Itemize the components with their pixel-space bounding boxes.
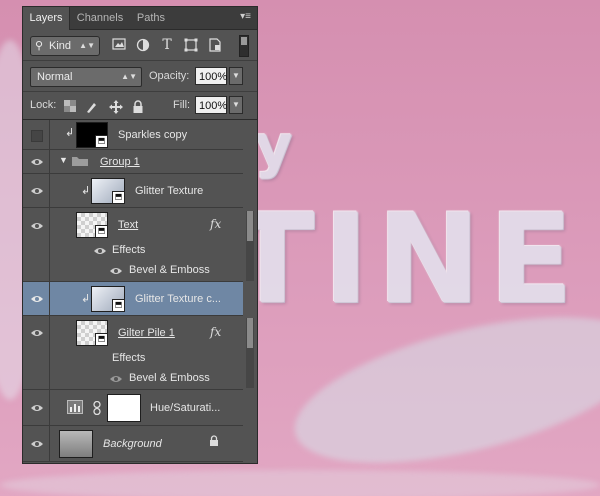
smart-object-badge-icon: ⬒ [95,225,108,238]
filter-toggle-switch[interactable] [239,35,249,57]
layers-panel: Layers Channels Paths ▾≡ ⚲ Kind ▲▼ T Nor… [22,6,258,464]
eye-icon[interactable] [30,403,44,413]
layer-row-glitter-texture-copy[interactable]: ↲ ⬒ Glitter Texture c... [23,282,243,316]
smart-object-badge-icon: ⬒ [112,191,125,204]
layer-name[interactable]: Sparkles copy [118,129,187,141]
layer-row-text[interactable]: ⬒ Text fx Effects Bevel & Emboss [23,208,243,282]
lock-image-pixels-icon[interactable] [85,100,99,114]
lock-row: Lock: Fill: 100% ▼ [23,91,257,120]
opacity-label: Opacity: [149,70,190,82]
layer-row-hue-saturation[interactable]: Hue/Saturati... [23,390,243,426]
fill-dropdown-button[interactable]: ▼ [229,96,243,114]
smart-object-badge-icon: ⬒ [112,299,125,312]
layer-name[interactable]: Text [118,219,138,231]
panel-tab-bar: Layers Channels Paths ▾≡ [23,7,257,30]
chain-link-icon[interactable] [93,400,101,418]
layer-thumbnail: ⬒ [91,178,125,204]
effects-scrollbar[interactable] [246,211,254,281]
adjustment-filter-icon[interactable] [135,38,151,52]
fill-label: Fill: [173,99,191,111]
search-icon: ⚲ [35,40,44,52]
lock-label: Lock: [30,99,57,111]
layer-name[interactable]: Glitter Texture c... [135,293,221,305]
clipping-arrow-icon: ↲ [65,127,75,139]
effects-scrollbar[interactable] [246,318,254,388]
fill-input[interactable]: 100% [195,96,227,114]
glitter-floor [0,470,600,496]
layer-mask-thumbnail [107,394,141,422]
disclosure-triangle-icon[interactable]: ▼ [59,155,68,165]
type-filter-icon[interactable]: T [159,38,175,52]
blend-row: Normal ▲▼ Opacity: 100% ▼ [23,61,257,92]
adjustment-layer-icon [67,400,83,417]
tab-layers[interactable]: Layers [23,7,70,30]
panel-menu-icon[interactable]: ▾≡ [237,12,251,22]
smart-object-badge-icon: ⬒ [95,333,108,346]
shape-filter-icon[interactable] [183,38,199,52]
eye-icon[interactable] [93,246,107,256]
fx-icon[interactable]: fx [210,325,221,339]
opacity-dropdown-button[interactable]: ▼ [229,67,243,85]
blend-mode-value: Normal [37,71,73,83]
lock-all-icon[interactable] [131,100,145,114]
layer-name[interactable]: Gilter Pile 1 [118,327,175,339]
clipping-arrow-icon: ↲ [81,185,91,197]
eye-icon[interactable] [30,328,44,338]
opacity-input[interactable]: 100% [195,67,227,85]
effect-name: Bevel & Emboss [129,372,210,384]
eye-icon[interactable] [30,439,44,449]
lock-transparent-pixels-icon[interactable] [63,100,77,114]
folder-icon [71,155,89,170]
clipping-arrow-icon: ↲ [81,293,91,305]
layers-list: ↲ ⬒ Sparkles copy ▼ Group 1 ↲ ⬒ Glitter … [23,120,257,463]
eye-icon[interactable] [30,186,44,196]
layer-row-sparkles-copy[interactable]: ↲ ⬒ Sparkles copy [23,120,243,150]
layer-thumbnail: ⬒ [76,320,108,346]
tab-paths[interactable]: Paths [131,7,171,29]
eye-icon[interactable] [109,266,123,276]
eye-icon[interactable] [109,374,123,384]
effect-name: Bevel & Emboss [129,264,210,276]
layer-row-background[interactable]: Background [23,426,243,462]
layer-name[interactable]: Hue/Saturati... [150,402,220,414]
effects-label: Effects [112,352,146,364]
pixel-filter-icon[interactable] [111,38,127,52]
eye-icon[interactable] [30,157,44,167]
layer-thumbnail: ⬒ [91,286,125,312]
glitter-text-line2: TINE [230,188,582,332]
filter-row: ⚲ Kind ▲▼ T [23,30,257,61]
effects-label: Effects [112,244,146,256]
chevron-updown-icon: ▲▼ [121,72,137,81]
lock-position-icon[interactable] [109,100,123,114]
filter-kind-dropdown[interactable]: ⚲ Kind ▲▼ [30,36,100,56]
chevron-updown-icon: ▲▼ [79,41,95,50]
layer-row-group-1[interactable]: ▼ Group 1 [23,150,243,174]
eye-icon[interactable] [30,221,44,231]
layer-name[interactable]: Background [103,438,162,450]
layer-thumbnail [59,430,93,458]
layer-name[interactable]: Glitter Texture [135,185,203,197]
layer-row-glitter-texture[interactable]: ↲ ⬒ Glitter Texture [23,174,243,208]
lock-icon [209,435,219,450]
layer-thumbnail: ⬒ [76,212,108,238]
filter-kind-label: Kind [49,40,72,52]
smart-object-filter-icon[interactable] [207,38,223,52]
tab-channels[interactable]: Channels [71,7,129,29]
smart-object-badge-icon: ⬒ [95,135,108,148]
layer-thumbnail: ⬒ [76,122,108,148]
visibility-toggle-off[interactable] [31,130,43,142]
layer-name[interactable]: Group 1 [100,156,140,168]
blend-mode-dropdown[interactable]: Normal ▲▼ [30,67,142,87]
fx-icon[interactable]: fx [210,217,221,231]
layer-row-gilter-pile-1[interactable]: ⬒ Gilter Pile 1 fx Effects Bevel & Embos… [23,316,243,390]
eye-icon[interactable] [30,294,44,304]
